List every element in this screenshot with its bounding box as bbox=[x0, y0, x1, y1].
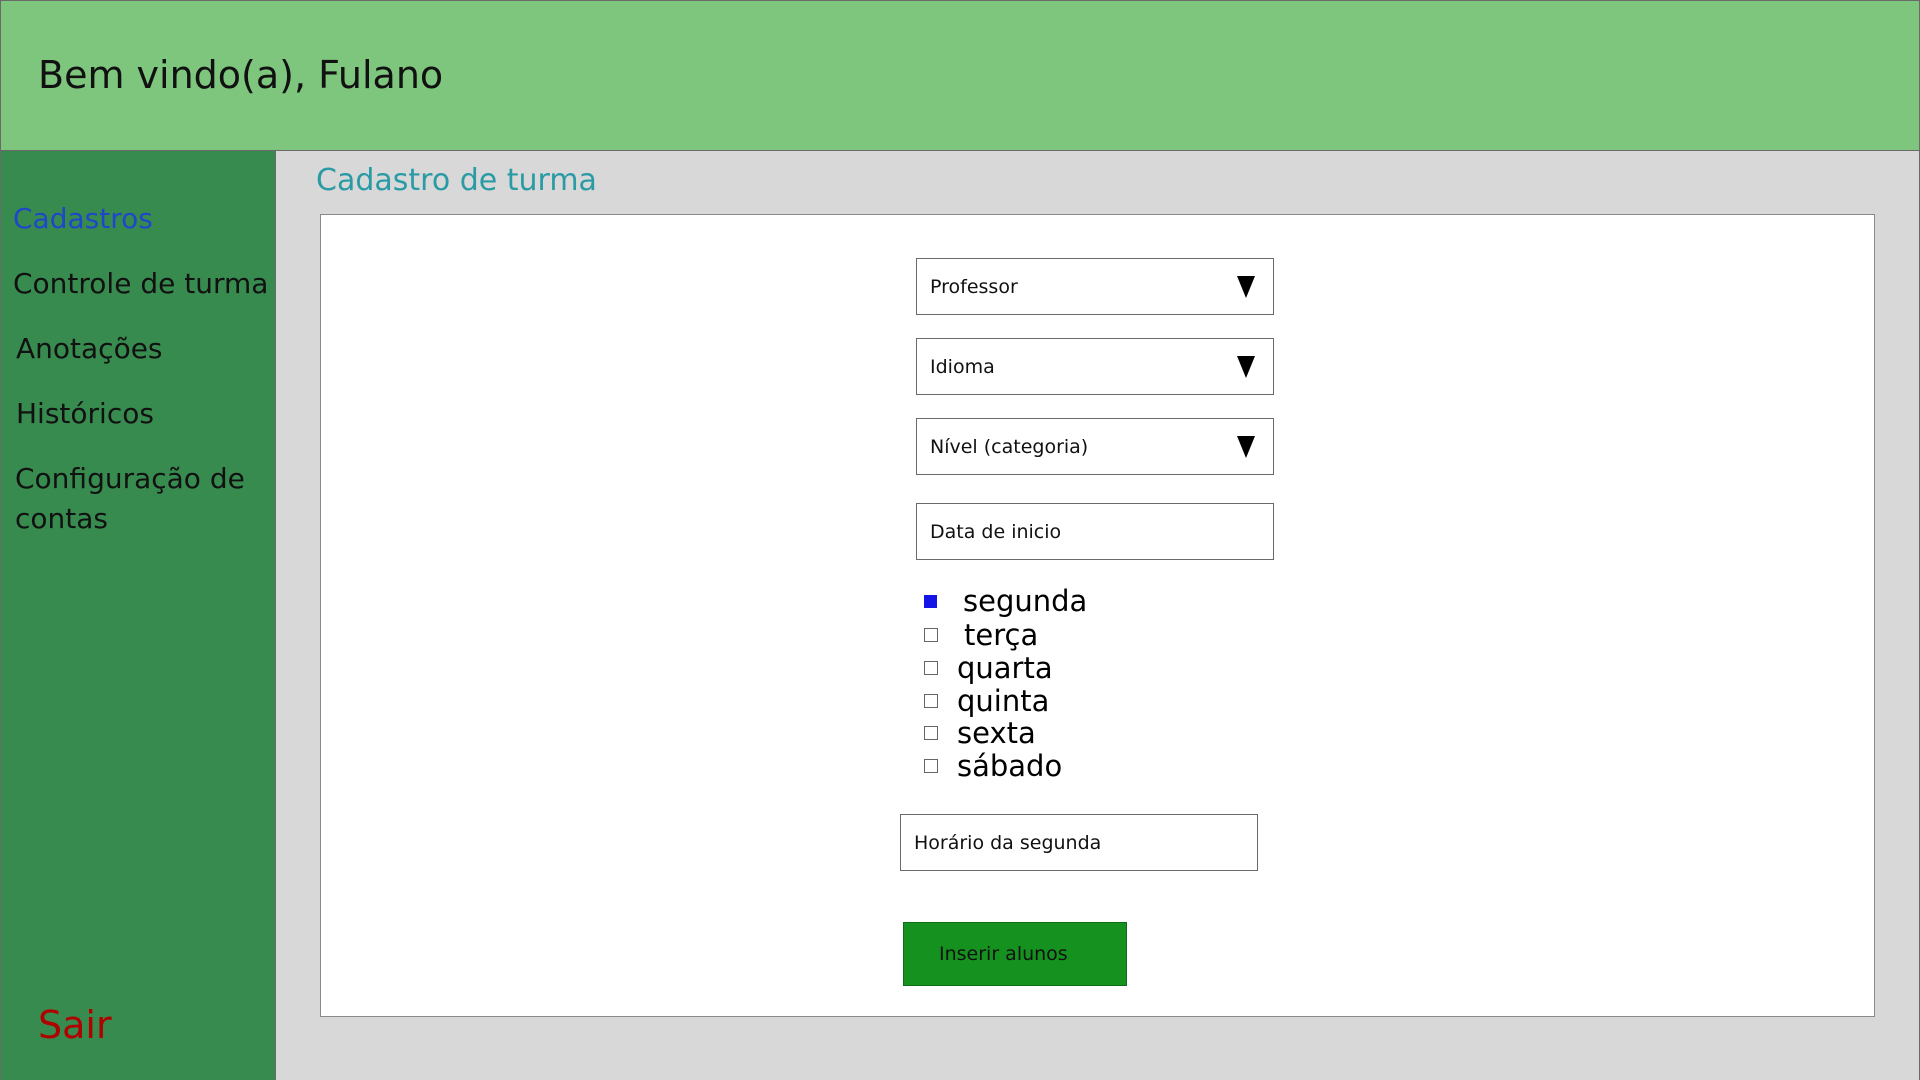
data-inicio-field[interactable]: Data de inicio bbox=[916, 503, 1274, 560]
horario-placeholder: Horário da segunda bbox=[914, 831, 1102, 854]
main-content: Cadastro de turma Professor Idioma Nível… bbox=[276, 151, 1920, 1080]
professor-select-value: Professor bbox=[930, 275, 1018, 298]
welcome-title: Bem vindo(a), Fulano bbox=[38, 53, 444, 97]
data-inicio-placeholder: Data de inicio bbox=[930, 520, 1062, 543]
sidebar-item-historicos[interactable]: Históricos bbox=[16, 394, 154, 434]
day-checkbox-segunda[interactable]: segunda bbox=[924, 584, 1087, 618]
day-label: sexta bbox=[957, 716, 1036, 750]
sidebar-item-controle-de-turma[interactable]: Controle de turma bbox=[13, 264, 268, 304]
checkbox-icon[interactable] bbox=[924, 628, 938, 642]
idioma-select[interactable]: Idioma bbox=[916, 338, 1274, 395]
horario-field[interactable]: Horário da segunda bbox=[900, 814, 1258, 871]
day-label: terça bbox=[964, 618, 1039, 652]
dropdown-caret-icon bbox=[1237, 435, 1255, 458]
nivel-select[interactable]: Nível (categoria) bbox=[916, 418, 1274, 475]
form-panel: Professor Idioma Nível (categoria) Data … bbox=[320, 214, 1875, 1017]
page-title: Cadastro de turma bbox=[316, 163, 597, 198]
idioma-select-value: Idioma bbox=[930, 355, 995, 378]
day-label: sábado bbox=[957, 749, 1063, 783]
checkbox-icon[interactable] bbox=[924, 694, 938, 708]
sidebar-item-anotacoes[interactable]: Anotações bbox=[16, 329, 163, 369]
sidebar: Cadastros Controle de turma Anotações Hi… bbox=[0, 151, 276, 1080]
nivel-select-value: Nível (categoria) bbox=[930, 435, 1089, 458]
day-label: segunda bbox=[963, 584, 1088, 618]
checkbox-icon[interactable] bbox=[924, 661, 938, 675]
day-checkbox-sabado[interactable]: sábado bbox=[924, 749, 1062, 783]
day-checkbox-quinta[interactable]: quinta bbox=[924, 684, 1049, 718]
professor-select[interactable]: Professor bbox=[916, 258, 1274, 315]
checkbox-icon[interactable] bbox=[924, 726, 938, 740]
day-checkbox-terca[interactable]: terça bbox=[924, 618, 1038, 652]
dropdown-caret-icon bbox=[1237, 275, 1255, 298]
checkbox-icon[interactable] bbox=[924, 759, 938, 773]
day-label: quarta bbox=[957, 651, 1053, 685]
inserir-alunos-button[interactable]: Inserir alunos bbox=[903, 922, 1127, 986]
sidebar-item-cadastros[interactable]: Cadastros bbox=[13, 199, 153, 239]
checkbox-checked-icon[interactable] bbox=[924, 594, 937, 608]
day-label: quinta bbox=[957, 684, 1050, 718]
dropdown-caret-icon bbox=[1237, 355, 1255, 378]
header: Bem vindo(a), Fulano bbox=[0, 0, 1920, 151]
sidebar-item-configuracao-de-contas[interactable]: Configuração de contas bbox=[15, 459, 265, 539]
day-checkbox-sexta[interactable]: sexta bbox=[924, 716, 1036, 750]
day-checkbox-quarta[interactable]: quarta bbox=[924, 651, 1053, 685]
logout-link[interactable]: Sair bbox=[38, 1003, 112, 1047]
